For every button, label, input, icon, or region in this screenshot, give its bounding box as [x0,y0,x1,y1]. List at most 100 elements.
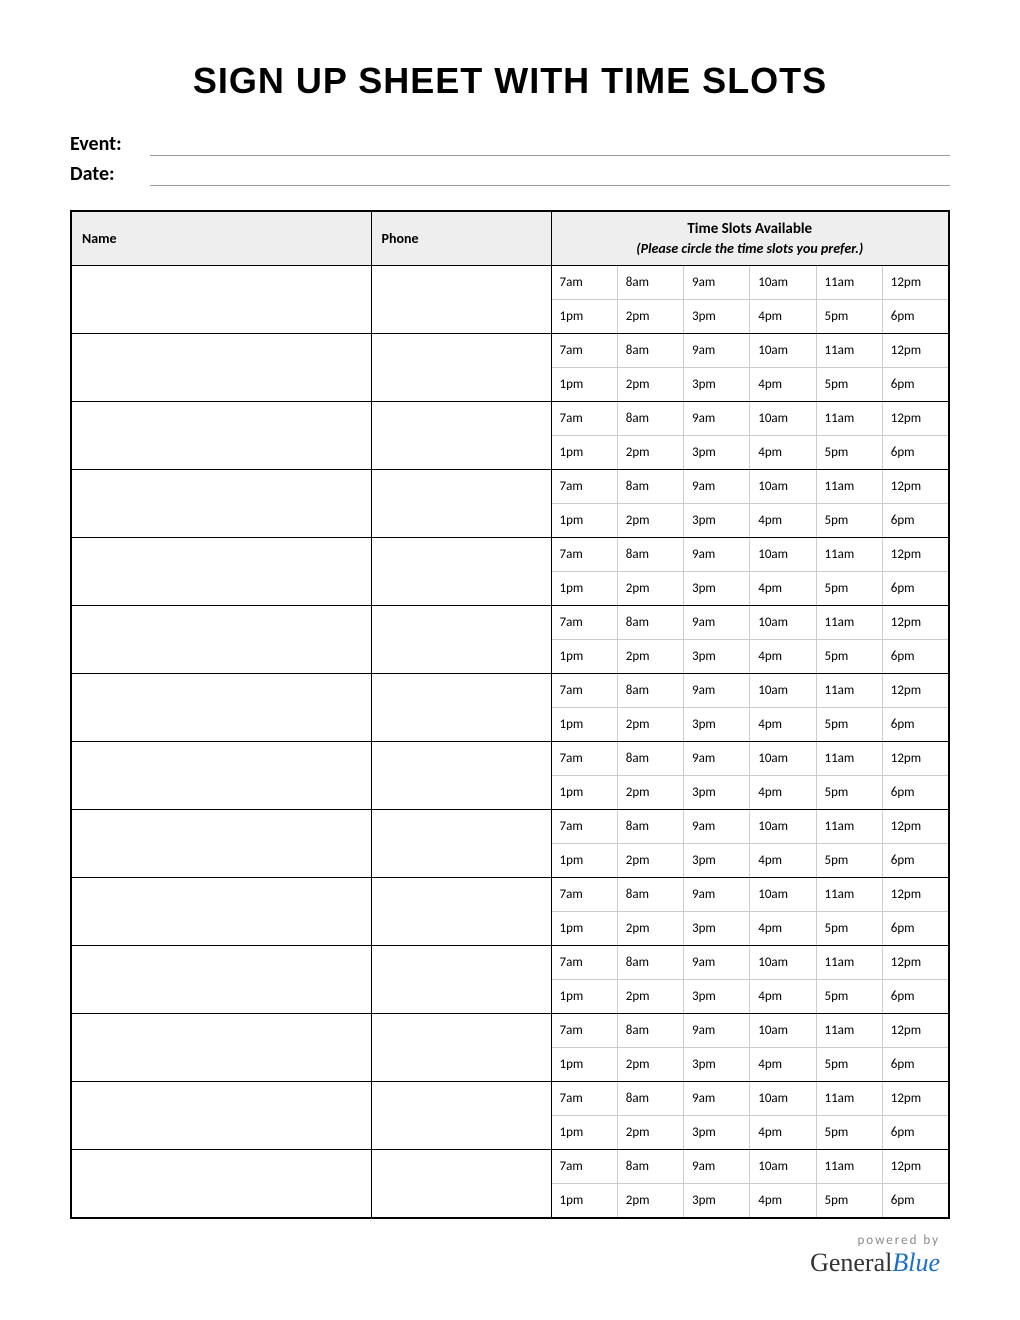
time-slot[interactable]: 5pm [816,980,882,1013]
time-slot[interactable]: 2pm [617,572,683,605]
time-slot[interactable]: 9am [683,946,749,979]
name-cell[interactable] [71,402,371,470]
time-slot[interactable]: 3pm [683,776,749,809]
date-input-line[interactable] [150,162,950,186]
time-slot[interactable]: 2pm [617,776,683,809]
name-cell[interactable] [71,266,371,334]
time-slot[interactable]: 12pm [882,266,948,299]
time-slot[interactable]: 2pm [617,980,683,1013]
time-slot[interactable]: 11am [816,538,882,571]
time-slot[interactable]: 8am [617,946,683,979]
time-slot[interactable]: 8am [617,606,683,639]
time-slot[interactable]: 1pm [552,368,617,401]
time-slot[interactable]: 10am [749,674,815,707]
time-slot[interactable]: 7am [552,402,617,435]
phone-cell[interactable] [371,334,551,402]
time-slot[interactable]: 7am [552,810,617,843]
time-slot[interactable]: 6pm [882,776,948,809]
time-slot[interactable]: 6pm [882,708,948,741]
time-slot[interactable]: 1pm [552,436,617,469]
time-slot[interactable]: 4pm [749,572,815,605]
time-slot[interactable]: 12pm [882,402,948,435]
time-slot[interactable]: 5pm [816,572,882,605]
time-slot[interactable]: 6pm [882,572,948,605]
time-slot[interactable]: 5pm [816,368,882,401]
time-slot[interactable]: 8am [617,742,683,775]
time-slot[interactable]: 4pm [749,504,815,537]
time-slot[interactable]: 8am [617,1082,683,1115]
time-slot[interactable]: 2pm [617,504,683,537]
phone-cell[interactable] [371,470,551,538]
time-slot[interactable]: 1pm [552,300,617,333]
time-slot[interactable]: 5pm [816,708,882,741]
time-slot[interactable]: 7am [552,606,617,639]
time-slot[interactable]: 9am [683,1082,749,1115]
time-slot[interactable]: 10am [749,470,815,503]
time-slot[interactable]: 7am [552,334,617,367]
time-slot[interactable]: 8am [617,266,683,299]
time-slot[interactable]: 3pm [683,912,749,945]
time-slot[interactable]: 4pm [749,436,815,469]
time-slot[interactable]: 1pm [552,1184,617,1217]
time-slot[interactable]: 6pm [882,980,948,1013]
time-slot[interactable]: 2pm [617,1184,683,1217]
time-slot[interactable]: 12pm [882,810,948,843]
time-slot[interactable]: 7am [552,878,617,911]
time-slot[interactable]: 11am [816,266,882,299]
time-slot[interactable]: 8am [617,810,683,843]
name-cell[interactable] [71,946,371,1014]
time-slot[interactable]: 5pm [816,1048,882,1081]
time-slot[interactable]: 8am [617,538,683,571]
time-slot[interactable]: 11am [816,1014,882,1047]
time-slot[interactable]: 1pm [552,708,617,741]
time-slot[interactable]: 7am [552,1150,617,1183]
time-slot[interactable]: 6pm [882,436,948,469]
time-slot[interactable]: 1pm [552,776,617,809]
time-slot[interactable]: 6pm [882,1184,948,1217]
name-cell[interactable] [71,334,371,402]
time-slot[interactable]: 5pm [816,1184,882,1217]
time-slot[interactable]: 11am [816,470,882,503]
time-slot[interactable]: 1pm [552,504,617,537]
time-slot[interactable]: 10am [749,402,815,435]
name-cell[interactable] [71,878,371,946]
time-slot[interactable]: 3pm [683,1116,749,1149]
name-cell[interactable] [71,810,371,878]
time-slot[interactable]: 12pm [882,1082,948,1115]
phone-cell[interactable] [371,606,551,674]
time-slot[interactable]: 9am [683,674,749,707]
time-slot[interactable]: 9am [683,470,749,503]
time-slot[interactable]: 10am [749,878,815,911]
time-slot[interactable]: 10am [749,606,815,639]
time-slot[interactable]: 11am [816,946,882,979]
time-slot[interactable]: 8am [617,334,683,367]
time-slot[interactable]: 2pm [617,1048,683,1081]
phone-cell[interactable] [371,1082,551,1150]
phone-cell[interactable] [371,674,551,742]
time-slot[interactable]: 4pm [749,708,815,741]
time-slot[interactable]: 9am [683,538,749,571]
time-slot[interactable]: 4pm [749,844,815,877]
name-cell[interactable] [71,606,371,674]
time-slot[interactable]: 7am [552,674,617,707]
time-slot[interactable]: 10am [749,946,815,979]
time-slot[interactable]: 4pm [749,776,815,809]
time-slot[interactable]: 1pm [552,572,617,605]
time-slot[interactable]: 2pm [617,912,683,945]
time-slot[interactable]: 4pm [749,1048,815,1081]
time-slot[interactable]: 4pm [749,640,815,673]
name-cell[interactable] [71,470,371,538]
phone-cell[interactable] [371,946,551,1014]
name-cell[interactable] [71,1150,371,1219]
event-input-line[interactable] [150,132,950,156]
name-cell[interactable] [71,1082,371,1150]
phone-cell[interactable] [371,538,551,606]
time-slot[interactable]: 4pm [749,300,815,333]
time-slot[interactable]: 8am [617,1150,683,1183]
time-slot[interactable]: 4pm [749,1116,815,1149]
time-slot[interactable]: 1pm [552,640,617,673]
time-slot[interactable]: 9am [683,266,749,299]
time-slot[interactable]: 2pm [617,436,683,469]
phone-cell[interactable] [371,266,551,334]
time-slot[interactable]: 5pm [816,436,882,469]
